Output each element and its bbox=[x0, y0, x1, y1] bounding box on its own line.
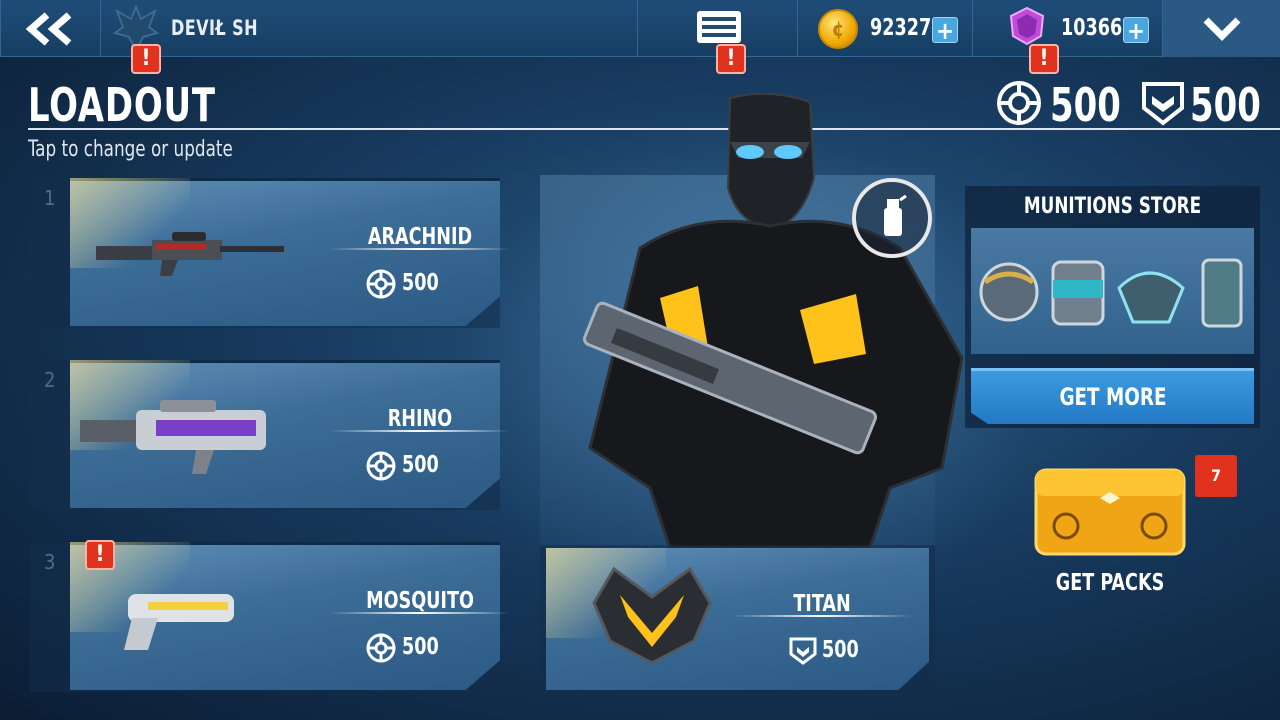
player-name: DEVIŁ SH bbox=[171, 16, 259, 40]
munitions-store-panel: MUNITIONS STORE GET MORE bbox=[965, 186, 1260, 428]
get-packs-button[interactable]: GET PACKS bbox=[1025, 570, 1195, 596]
spray-can-icon bbox=[884, 194, 907, 236]
munitions-store-title: MUNITIONS STORE bbox=[1023, 194, 1202, 219]
weapon-cost: 500 bbox=[402, 452, 439, 478]
weapon-name-underline bbox=[330, 430, 510, 432]
shield-icon bbox=[789, 637, 817, 665]
get-more-button[interactable]: GET MORE bbox=[971, 368, 1254, 424]
gold-amount: 92327 bbox=[870, 15, 932, 41]
crosshair-icon bbox=[366, 451, 396, 481]
get-more-label: GET MORE bbox=[1058, 383, 1167, 411]
weapon-name: MOSQUITO bbox=[366, 588, 474, 614]
packs-count-badge: 7 bbox=[1195, 455, 1237, 497]
armor-slot[interactable]: TITAN 500 bbox=[540, 545, 935, 695]
checklist-icon bbox=[697, 11, 741, 43]
crosshair-icon bbox=[997, 81, 1041, 125]
profile-alert-badge: ! bbox=[131, 44, 161, 74]
rhino-rifle-icon bbox=[80, 400, 266, 474]
armor-name-underline bbox=[732, 615, 912, 617]
weapon-name: RHINO bbox=[387, 406, 453, 432]
munitions-items[interactable] bbox=[971, 228, 1254, 354]
shield-icon bbox=[1142, 82, 1184, 126]
weapon-name-underline bbox=[330, 612, 510, 614]
gems-amount: 10366 bbox=[1061, 15, 1123, 41]
quests-alert-badge: ! bbox=[716, 44, 746, 74]
page-title: LOADOUT bbox=[28, 78, 216, 132]
crosshair-icon bbox=[366, 269, 396, 299]
weapon-name-underline bbox=[330, 248, 510, 250]
gold-currency: ¢ 92327 + bbox=[797, 0, 972, 57]
weapon-power-value: 500 bbox=[1050, 78, 1121, 132]
titan-armor-icon bbox=[592, 566, 712, 665]
soldier-character-icon bbox=[582, 92, 964, 548]
add-gold-button[interactable]: + bbox=[932, 17, 958, 44]
weapon-slot-1[interactable]: ARACHNID 500 bbox=[30, 178, 510, 328]
add-gems-button[interactable]: + bbox=[1123, 17, 1149, 44]
pack-crate-icon[interactable] bbox=[1030, 460, 1190, 560]
gold-coin-icon: ¢ bbox=[818, 9, 858, 49]
weapon-cost: 500 bbox=[402, 270, 439, 296]
player-profile[interactable]: DEVIŁ SH bbox=[100, 0, 637, 57]
gems-alert-badge: ! bbox=[1029, 44, 1059, 74]
weapon-name: ARACHNID bbox=[367, 224, 473, 250]
weapon-cost: 500 bbox=[402, 634, 439, 660]
page-subtitle: Tap to change or update bbox=[28, 137, 233, 162]
weapon-3-alert-badge: ! bbox=[85, 540, 115, 570]
arachnid-rifle-icon bbox=[96, 232, 284, 276]
double-chevron-left-icon bbox=[25, 12, 72, 46]
back-button[interactable] bbox=[0, 0, 100, 57]
top-bar: DEVIŁ SH ¢ 92327 + 10366 + bbox=[0, 0, 1280, 57]
gems-currency: 10366 + bbox=[972, 0, 1162, 57]
menu-dropdown-button[interactable] bbox=[1162, 0, 1280, 57]
weapon-slot-2[interactable]: RHINO 500 bbox=[30, 360, 510, 510]
armor-name: TITAN bbox=[793, 591, 851, 617]
armor-power-value: 500 bbox=[1190, 78, 1261, 132]
munitions-items-icon bbox=[979, 258, 1243, 328]
chevron-down-icon bbox=[1203, 17, 1241, 41]
customize-paint-button[interactable] bbox=[852, 178, 932, 258]
armor-cost: 500 bbox=[822, 637, 859, 663]
crosshair-icon bbox=[366, 633, 396, 663]
mosquito-pistol-icon bbox=[124, 594, 234, 650]
gem-icon bbox=[1009, 6, 1045, 46]
